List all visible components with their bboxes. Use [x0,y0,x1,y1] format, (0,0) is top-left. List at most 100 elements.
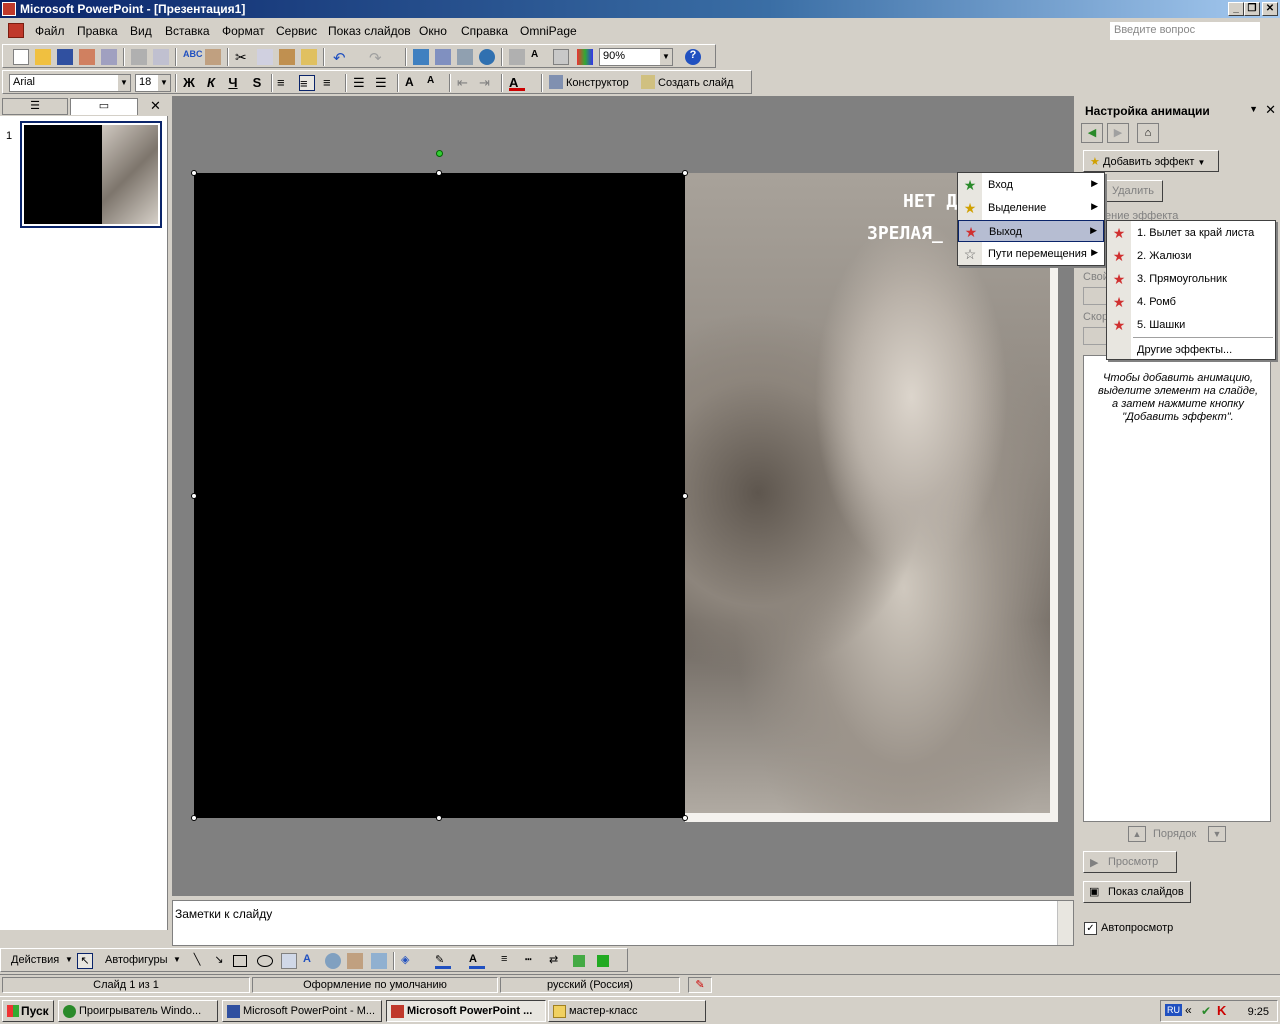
animation-list[interactable]: Чтобы добавить анимацию, выделите элемен… [1083,355,1271,822]
menu-item-entrance[interactable]: ★ Вход ▶ [958,174,1104,196]
speed-select[interactable] [1083,327,1107,345]
resize-handle[interactable] [191,815,197,821]
property-select[interactable] [1083,287,1107,305]
expand-icon[interactable] [509,49,525,65]
grid-icon[interactable] [553,49,569,65]
line-icon[interactable]: ╲ [189,953,205,969]
task-powerpoint-1[interactable]: Microsoft PowerPoint - M... [222,1000,382,1022]
numbering-icon[interactable]: ☰ [353,75,369,91]
designer-button[interactable]: Конструктор [566,77,629,89]
bullets-icon[interactable]: ☰ [375,75,391,91]
increase-indent-icon[interactable]: ⇥ [479,75,495,91]
move-down-icon[interactable]: ▼ [1208,826,1226,842]
help-icon[interactable]: ? [685,49,701,65]
notes-scrollbar[interactable] [1057,901,1073,945]
align-left-icon[interactable]: ≡ [277,75,293,91]
3d-icon[interactable] [597,955,609,967]
tables-borders-icon[interactable] [457,49,473,65]
notes-pane[interactable]: Заметки к слайду [172,900,1074,946]
resize-handle[interactable] [191,170,197,176]
wordart-icon[interactable]: A [303,953,319,969]
new-icon[interactable] [13,49,29,65]
menu-tools[interactable]: Сервис [276,24,317,38]
fill-color-icon[interactable]: ◈ [401,953,417,969]
black-rectangle-shape[interactable] [194,173,685,818]
decrease-indent-icon[interactable]: ⇤ [457,75,473,91]
slide-photo[interactable]: НЕТ Д ЗРЕЛАЯ_ [685,173,1058,822]
format-painter-icon[interactable] [301,49,317,65]
slide-thumbnail[interactable] [20,121,162,228]
diagram-icon[interactable] [325,953,341,969]
ask-question-input[interactable]: Введите вопрос [1110,22,1260,40]
menu-slideshow[interactable]: Показ слайдов [328,24,411,38]
back-icon[interactable]: ◀ [1081,123,1103,143]
network-icon[interactable]: ✔ [1201,1004,1211,1018]
slideshow-button[interactable]: ▣ Показ слайдов [1083,881,1191,903]
chevron-down-icon[interactable]: ▼ [1249,104,1258,114]
line-color-icon[interactable]: ✎ [435,953,451,969]
minimize-button[interactable]: _ [1228,2,1244,16]
close-icon[interactable]: ✕ [150,98,161,114]
exit-effect-item[interactable]: ★ 3. Прямоугольник [1107,268,1275,290]
more-effects-item[interactable]: Другие эффекты... [1107,339,1275,361]
color-grayscale-icon[interactable] [577,49,593,65]
line-style-icon[interactable]: ≡ [501,953,517,969]
menu-omnipage[interactable]: OmniPage [520,24,577,38]
open-icon[interactable] [35,49,51,65]
chevron-left-icon[interactable]: « [1185,1003,1192,1017]
align-center-icon[interactable]: ≡ [299,75,315,91]
shadow-button[interactable]: S [249,75,265,91]
powerpoint-app-icon[interactable] [2,2,16,16]
save-icon[interactable] [57,49,73,65]
select-pointer-icon[interactable]: ↖ [77,953,93,969]
menu-window[interactable]: Окно [419,24,447,38]
permission-icon[interactable] [79,49,95,65]
exit-effect-item[interactable]: ★ 1. Вылет за край листа [1107,222,1275,244]
home-icon[interactable]: ⌂ [1137,123,1159,143]
resize-handle[interactable] [191,493,197,499]
redo-icon[interactable]: ↷ [369,49,385,67]
start-button[interactable]: Пуск [2,1000,54,1022]
menu-help[interactable]: Справка [461,24,508,38]
autoshapes-menu[interactable]: Автофигуры [105,954,168,966]
actions-menu[interactable]: Действия [11,954,59,966]
menu-item-exit[interactable]: ★ Выход ▶ [958,220,1104,242]
undo-icon[interactable]: ↶ [333,49,349,67]
close-icon[interactable]: ✕ [1265,102,1276,118]
close-button[interactable]: ✕ [1262,2,1278,16]
picture-icon[interactable] [371,953,387,969]
document-icon[interactable] [8,23,24,38]
underline-button[interactable]: Ч [225,75,241,91]
menu-file[interactable]: Файл [35,24,65,38]
italic-button[interactable]: К [203,75,219,91]
zoom-select[interactable]: 90% ▼ [599,48,673,66]
resize-handle[interactable] [682,493,688,499]
dash-style-icon[interactable]: ┅ [525,953,541,969]
forward-icon[interactable]: ▶ [1107,123,1129,143]
chart-icon[interactable] [413,49,429,65]
textbox-icon[interactable] [281,953,297,969]
task-media-player[interactable]: Проигрыватель Windo... [58,1000,218,1022]
paste-icon[interactable] [279,49,295,65]
exit-effect-item[interactable]: ★ 2. Жалюзи [1107,245,1275,267]
font-color-icon[interactable]: A [469,953,485,969]
research-icon[interactable] [205,49,221,65]
task-folder[interactable]: мастер-класс [548,1000,706,1022]
menu-view[interactable]: Вид [130,24,152,38]
restore-button[interactable]: ❐ [1244,2,1260,16]
exit-effect-item[interactable]: ★ 4. Ромб [1107,291,1275,313]
move-up-icon[interactable]: ▲ [1128,826,1146,842]
exit-effect-item[interactable]: ★ 5. Шашки [1107,314,1275,336]
print-icon[interactable] [131,49,147,65]
clipart-icon[interactable] [347,953,363,969]
resize-handle[interactable] [682,815,688,821]
resize-handle[interactable] [436,170,442,176]
menu-insert[interactable]: Вставка [165,24,210,38]
preview-button[interactable]: ▶ Просмотр [1083,851,1177,873]
menu-edit[interactable]: Правка [77,24,118,38]
increase-font-icon[interactable]: A [405,75,421,91]
autopreview-checkbox[interactable]: ✓ [1084,922,1097,935]
rotate-handle[interactable] [436,150,443,157]
print-preview-icon[interactable] [153,49,169,65]
copy-icon[interactable] [257,49,273,65]
